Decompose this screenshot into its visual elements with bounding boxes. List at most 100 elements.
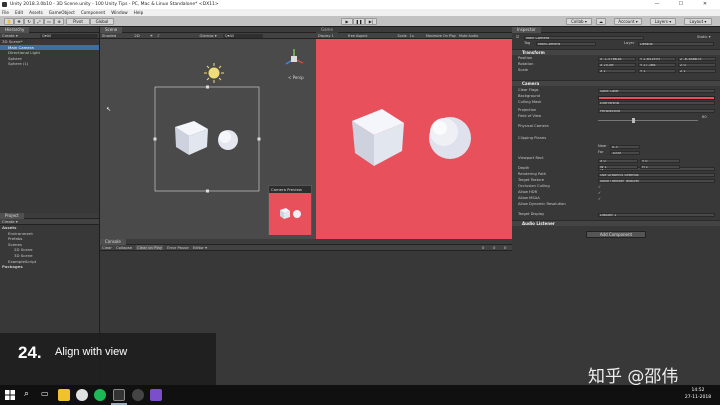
minimize-button[interactable]: —	[646, 0, 668, 9]
scale-tool-icon[interactable]: ⤢	[34, 17, 44, 25]
cloud-icon[interactable]: ☁	[596, 17, 606, 25]
rotate-tool-icon[interactable]: ↻	[24, 17, 34, 25]
visual-studio-icon[interactable]	[150, 389, 162, 401]
add-component-button[interactable]: Add Component	[586, 231, 646, 238]
camera-property-value[interactable]: Solid Color	[598, 88, 715, 94]
move-tool-icon[interactable]: ✥	[14, 17, 24, 25]
project-item[interactable]: Packages	[0, 264, 99, 270]
menu-assets[interactable]: Assets	[29, 10, 43, 15]
scale-field[interactable]: Z 1	[678, 68, 716, 74]
camera-property-value[interactable]: ✓	[598, 185, 601, 191]
chrome-icon[interactable]	[76, 389, 88, 401]
viewport-y-field[interactable]: Y 0	[640, 158, 680, 164]
maximize-on-play-toggle[interactable]: Maximize On Play	[426, 34, 456, 38]
transform-header[interactable]: Transform	[512, 49, 720, 55]
account-dropdown[interactable]: Account ▾	[614, 17, 642, 25]
rect-tool-icon[interactable]: ▭	[44, 17, 54, 25]
unity-hub-icon[interactable]	[132, 389, 144, 401]
taskbar-date[interactable]: 27-11-2018	[683, 395, 713, 400]
camera-property-value[interactable]: ✓	[598, 197, 601, 203]
display-dropdown[interactable]: Display 1	[318, 34, 334, 38]
console-clear-button[interactable]: Clear	[102, 245, 112, 250]
pivot-toggle[interactable]: Pivot	[66, 17, 90, 25]
layer-dropdown[interactable]: Default	[638, 41, 714, 47]
unity-icon[interactable]	[113, 389, 125, 401]
maximize-button[interactable]: ☐	[670, 0, 692, 9]
console-error-count[interactable]: 0	[504, 245, 506, 250]
menu-window[interactable]: Window	[111, 10, 128, 15]
rotation-field[interactable]: Z 0	[678, 62, 716, 68]
scene-search-input[interactable]: Q▾All	[222, 33, 263, 38]
menu-file[interactable]: File	[2, 10, 9, 15]
mute-audio-toggle[interactable]: Mute Audio	[459, 34, 478, 38]
windows-start-icon[interactable]	[5, 390, 15, 400]
play-button-icon[interactable]: ▶	[341, 17, 353, 25]
console-clear-on-play-button[interactable]: Clear on Play	[136, 245, 164, 250]
camera-property-value[interactable]: Display 1	[598, 212, 715, 218]
collab-dropdown[interactable]: Collab ▾	[566, 17, 592, 25]
viewport-w-field[interactable]: W 1	[598, 164, 638, 170]
camera-property-value[interactable]: Perspective	[598, 108, 715, 114]
console-error-pause-button[interactable]: Error Pause	[167, 245, 189, 250]
tab-console[interactable]: Console	[100, 238, 126, 245]
menu-help[interactable]: Help	[134, 10, 144, 15]
fov-slider-track[interactable]	[598, 120, 698, 121]
console-editor-dropdown[interactable]: Editor ▾	[193, 245, 207, 250]
object-active-checkbox[interactable]: ☑	[516, 35, 519, 41]
global-toggle[interactable]: Global	[90, 17, 114, 25]
near-field[interactable]: 0.3	[610, 144, 640, 150]
camera-property-value[interactable]: 60	[702, 115, 707, 121]
menu-gameobject[interactable]: GameObject	[49, 10, 75, 15]
hand-tool-icon[interactable]: ✋	[4, 17, 14, 25]
fov-slider-thumb[interactable]	[632, 118, 635, 123]
close-button[interactable]: ✕	[694, 0, 716, 9]
camera-component-header[interactable]: Camera	[512, 80, 720, 86]
tab-scene[interactable]: Scene	[100, 26, 123, 33]
static-dropdown[interactable]: Static ▾	[697, 35, 711, 41]
pause-button-icon[interactable]: ❚❚	[353, 17, 365, 25]
scale-field[interactable]: X 1	[598, 68, 636, 74]
background-color-swatch[interactable]	[598, 95, 715, 100]
audio-toggle-icon[interactable]: ♪	[157, 33, 159, 38]
tab-project[interactable]: Project	[0, 212, 24, 219]
search-icon[interactable]: ⌕	[24, 389, 29, 399]
taskbar-time[interactable]: 14:52	[683, 388, 713, 393]
console-warning-count[interactable]: 0	[493, 245, 495, 250]
camera-property-value[interactable]: ✓	[598, 191, 601, 197]
hierarchy-search-input[interactable]: Q▾All	[39, 33, 98, 38]
layout-dropdown[interactable]: Layout ▾	[684, 17, 712, 25]
tag-dropdown[interactable]: MainCamera	[536, 41, 596, 47]
task-view-icon[interactable]: ▭	[41, 389, 49, 398]
camera-property-value[interactable]: Everything	[598, 100, 715, 106]
gizmos-dropdown[interactable]: Gizmos ▾	[200, 33, 217, 38]
position-field[interactable]: Z -6.388875	[678, 56, 716, 62]
transform-tool-icon[interactable]: ⊕	[54, 17, 64, 25]
step-button-icon[interactable]: ▶|	[365, 17, 377, 25]
rotation-field[interactable]: Y 27.168	[638, 62, 676, 68]
project-create-button[interactable]: Create ▾	[2, 219, 18, 224]
position-field[interactable]: Y 2.851593	[638, 56, 676, 62]
position-field[interactable]: X -1.576618	[598, 56, 636, 62]
console-collapse-button[interactable]: Collapse	[116, 245, 132, 250]
spotify-icon[interactable]	[94, 389, 106, 401]
2d-toggle[interactable]: 2D	[134, 33, 139, 38]
tab-inspector[interactable]: Inspector	[512, 26, 541, 33]
menu-edit[interactable]: Edit	[15, 10, 23, 15]
layers-dropdown[interactable]: Layers ▾	[650, 17, 676, 25]
camera-property-value[interactable]: Use Graphics Settings	[598, 172, 715, 178]
audio-listener-header[interactable]: Audio Listener	[512, 220, 720, 226]
console-log-count[interactable]: 0	[482, 245, 484, 250]
lighting-toggle-icon[interactable]: ☀	[150, 33, 153, 38]
file-explorer-icon[interactable]	[58, 389, 70, 401]
tab-hierarchy[interactable]: Hierarchy	[0, 26, 30, 33]
rotation-field[interactable]: X 25.06	[598, 62, 636, 68]
scale-field[interactable]: Y 1	[638, 68, 676, 74]
menu-component[interactable]: Component	[81, 10, 105, 15]
hierarchy-create-button[interactable]: Create ▾	[2, 33, 18, 38]
shading-mode-dropdown[interactable]: Shaded	[102, 33, 116, 38]
scale-value[interactable]: 1x	[410, 34, 414, 38]
aspect-dropdown[interactable]: Free Aspect	[348, 34, 368, 38]
camera-property-value[interactable]: None (Render Texture)	[598, 178, 715, 184]
object-name-field[interactable]: Main Camera	[524, 35, 644, 41]
far-field[interactable]: 1000	[610, 150, 640, 156]
